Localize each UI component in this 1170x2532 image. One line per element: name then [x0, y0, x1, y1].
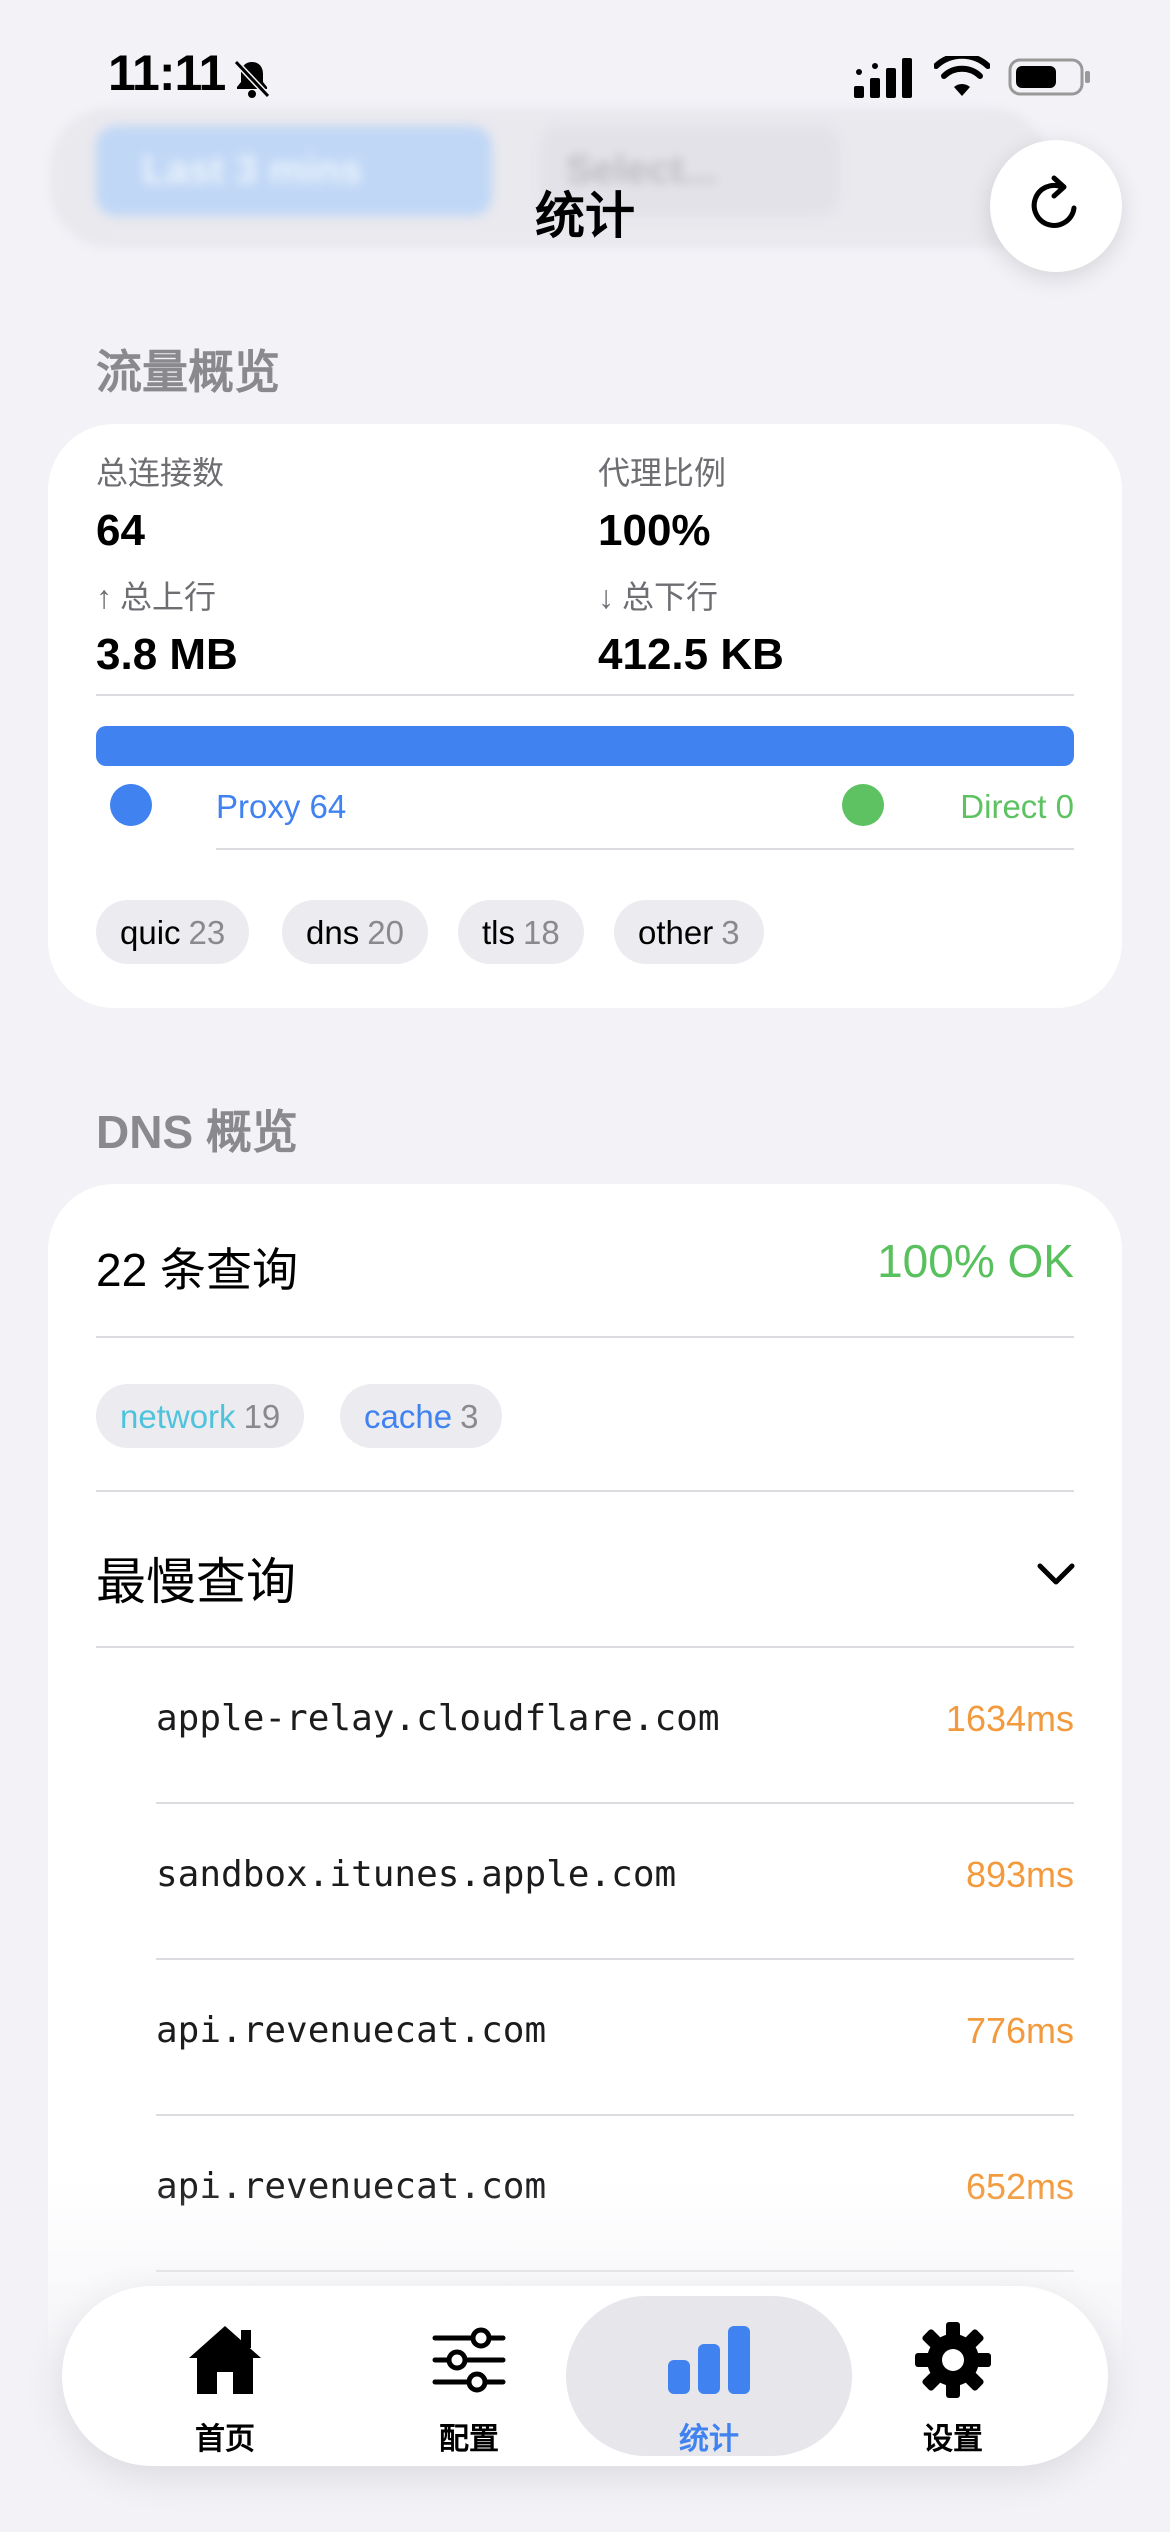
- wifi-icon: [934, 56, 990, 96]
- upload-stat: ↑ 总上行 3.8 MB: [96, 572, 238, 680]
- protocol-pill-dns[interactable]: dns 20: [282, 900, 428, 964]
- divider: [216, 848, 1074, 850]
- query-domain: apple-relay.cloudflare.com: [156, 1698, 720, 1739]
- query-latency: 776ms: [965, 2010, 1074, 2051]
- refresh-button[interactable]: [990, 140, 1122, 272]
- list-item[interactable]: api.revenuecat.com 776ms: [156, 1960, 1074, 2116]
- protocol-pill-quic[interactable]: quic 23: [96, 900, 250, 964]
- chevron-down-icon[interactable]: [1034, 1552, 1078, 1596]
- protocol-pill-other[interactable]: other 3: [614, 900, 764, 964]
- tab-label: 首页: [195, 2423, 255, 2456]
- stat-value: 412.5 KB: [598, 630, 784, 679]
- bell-slash-icon: [233, 59, 271, 99]
- protocol-pill-tls[interactable]: tls 18: [458, 900, 584, 964]
- cellular-signal-icon: [854, 58, 912, 98]
- stat-label: ↑ 总上行: [96, 579, 217, 615]
- list-item[interactable]: apple-relay.cloudflare.com 1634ms: [156, 1648, 1074, 1804]
- direct-legend-dot: [842, 784, 884, 826]
- download-stat: ↓ 总下行 412.5 KB: [598, 572, 784, 680]
- arrow-down-icon: ↓: [598, 579, 614, 615]
- bar-chart-icon: [668, 2326, 750, 2394]
- query-domain: api.revenuecat.com: [156, 2010, 547, 2051]
- refresh-icon: [1031, 175, 1077, 228]
- stat-value: 100%: [598, 506, 711, 555]
- tab-config[interactable]: 配置: [354, 2286, 584, 2466]
- dns-query-count: 22 条查询: [96, 1244, 298, 1296]
- dns-ok-rate: 100% OK: [877, 1235, 1074, 1287]
- battery-icon: [1008, 58, 1090, 96]
- query-latency: 1634ms: [945, 1698, 1074, 1739]
- dns-section-title: DNS 概览: [96, 1106, 298, 1158]
- tab-label: 设置: [923, 2423, 983, 2456]
- tab-bar: 首页 配置 统计 设置: [62, 2286, 1108, 2466]
- query-domain: sandbox.itunes.apple.com: [156, 1854, 677, 1895]
- house-icon: [189, 2326, 261, 2394]
- divider: [96, 1336, 1074, 1338]
- direct-legend: Direct 0: [960, 788, 1074, 825]
- traffic-card: 总连接数 64 代理比例 100% ↑ 总上行 3.8 MB ↓ 总下行 412.5…: [48, 424, 1122, 1008]
- stat-value: 3.8 MB: [96, 630, 238, 679]
- proxy-legend-dot: [110, 784, 152, 826]
- sliders-icon: [432, 2327, 506, 2393]
- gear-icon: [915, 2322, 991, 2398]
- proxy-legend: Proxy 64: [216, 788, 347, 825]
- dns-source-pill-network[interactable]: network 19: [96, 1384, 305, 1448]
- tab-stats[interactable]: 统计: [594, 2286, 824, 2466]
- stat-label: 总连接数: [96, 455, 225, 491]
- divider: [96, 1490, 1074, 1492]
- slowest-queries-title[interactable]: 最慢查询: [96, 1542, 296, 1614]
- tab-home[interactable]: 首页: [110, 2286, 340, 2466]
- proxy-ratio-stat: 代理比例 100%: [598, 448, 726, 556]
- tab-label: 配置: [439, 2423, 499, 2456]
- list-item[interactable]: sandbox.itunes.apple.com 893ms: [156, 1804, 1074, 1960]
- stat-label: 代理比例: [598, 455, 727, 491]
- stat-value: 64: [96, 506, 145, 555]
- status-time: 11:11: [108, 45, 226, 101]
- tab-label: 统计: [679, 2423, 739, 2456]
- stat-label: ↓ 总下行: [598, 579, 719, 615]
- tab-settings[interactable]: 设置: [838, 2286, 1068, 2466]
- query-latency: 893ms: [965, 1854, 1074, 1895]
- total-connections-stat: 总连接数 64: [96, 448, 224, 556]
- arrow-up-icon: ↑: [96, 579, 112, 615]
- dns-source-pill-cache[interactable]: cache 3: [340, 1384, 503, 1448]
- divider: [96, 694, 1074, 696]
- traffic-section-title: 流量概览: [96, 346, 280, 398]
- proxy-ratio-bar: [96, 726, 1074, 766]
